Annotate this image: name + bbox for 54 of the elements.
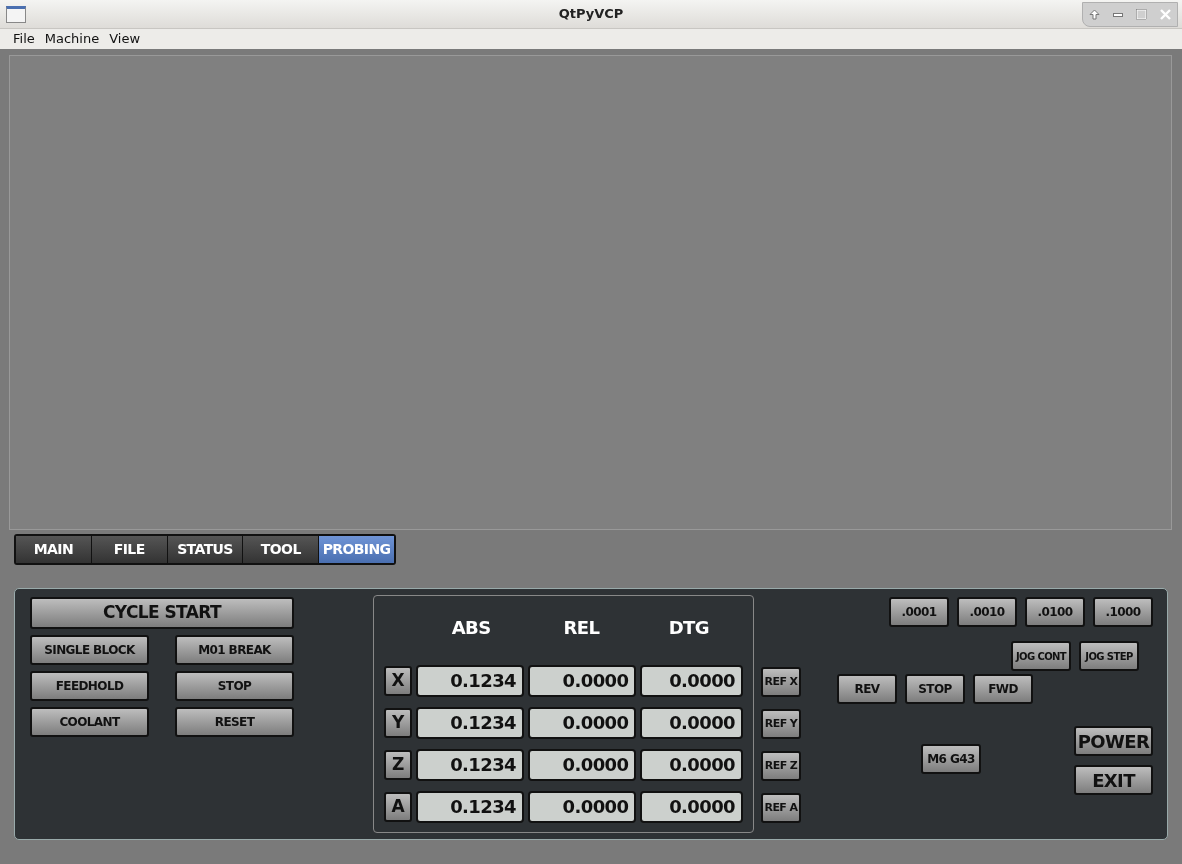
position-readout: 0.0000 xyxy=(528,791,637,823)
jog-increment-button[interactable]: .0001 xyxy=(889,597,949,627)
menu-item[interactable]: Machine xyxy=(39,29,105,49)
position-readout: 0.0000 xyxy=(640,749,743,781)
jog-increment-button[interactable]: .0100 xyxy=(1025,597,1085,627)
column-header: REL xyxy=(562,616,601,640)
home-axis-button[interactable]: REF Y xyxy=(761,709,801,739)
cycle-start-button[interactable]: CYCLE START xyxy=(30,597,294,629)
program-button[interactable]: SINGLE BLOCK xyxy=(30,635,149,665)
column-header: DTG xyxy=(667,616,710,640)
spindle-button[interactable]: FWD xyxy=(973,674,1033,704)
menu-item[interactable]: File xyxy=(8,29,40,49)
position-readout: 0.1234 xyxy=(415,749,525,781)
app-icon xyxy=(6,6,26,23)
axis-button[interactable]: Y xyxy=(384,708,412,738)
spindle-button[interactable]: REV xyxy=(837,674,897,704)
position-readout: 0.1234 xyxy=(415,707,525,739)
home-axis-button[interactable]: REF A xyxy=(761,793,801,823)
jog-increment-button[interactable]: .0010 xyxy=(957,597,1017,627)
jog-increment-button[interactable]: .1000 xyxy=(1093,597,1153,627)
exit-button[interactable]: EXIT xyxy=(1074,765,1153,795)
tab[interactable]: TOOL xyxy=(243,536,320,563)
shade-icon[interactable] xyxy=(1089,9,1100,20)
program-button[interactable]: STOP xyxy=(175,671,294,701)
position-readout: 0.0000 xyxy=(640,791,743,823)
home-axis-button[interactable]: REF X xyxy=(761,667,801,697)
program-button[interactable]: FEEDHOLD xyxy=(30,671,149,701)
axis-button[interactable]: X xyxy=(384,666,412,696)
position-readout: 0.1234 xyxy=(415,791,525,823)
axis-button[interactable]: A xyxy=(384,792,412,822)
spindle-button[interactable]: STOP xyxy=(905,674,965,704)
menu-item[interactable]: View xyxy=(104,29,146,49)
jog-mode-button[interactable]: JOG STEP xyxy=(1079,641,1139,671)
column-header: ABS xyxy=(450,616,492,640)
axis-button[interactable]: Z xyxy=(384,750,412,780)
tab[interactable]: PROBING xyxy=(319,536,394,563)
tab[interactable]: MAIN xyxy=(16,536,92,563)
position-readout: 0.0000 xyxy=(528,665,637,697)
position-readout: 0.1234 xyxy=(415,665,525,697)
tab[interactable]: STATUS xyxy=(167,536,244,563)
program-button[interactable]: COOLANT xyxy=(30,707,149,737)
tab[interactable]: FILE xyxy=(91,536,168,563)
tool-change-button[interactable]: M6 G43 xyxy=(921,744,981,774)
position-readout: 0.0000 xyxy=(640,707,743,739)
jog-mode-button[interactable]: JOG CONT xyxy=(1011,641,1071,671)
window-title: QtPyVCP xyxy=(558,5,624,24)
program-button[interactable]: M01 BREAK xyxy=(175,635,294,665)
minimize-icon[interactable] xyxy=(1113,12,1123,17)
position-readout: 0.0000 xyxy=(640,665,743,697)
program-button[interactable]: RESET xyxy=(175,707,294,737)
position-readout: 0.0000 xyxy=(528,749,637,781)
power-button[interactable]: POWER xyxy=(1074,726,1153,756)
home-axis-button[interactable]: REF Z xyxy=(761,751,801,781)
position-readout: 0.0000 xyxy=(528,707,637,739)
